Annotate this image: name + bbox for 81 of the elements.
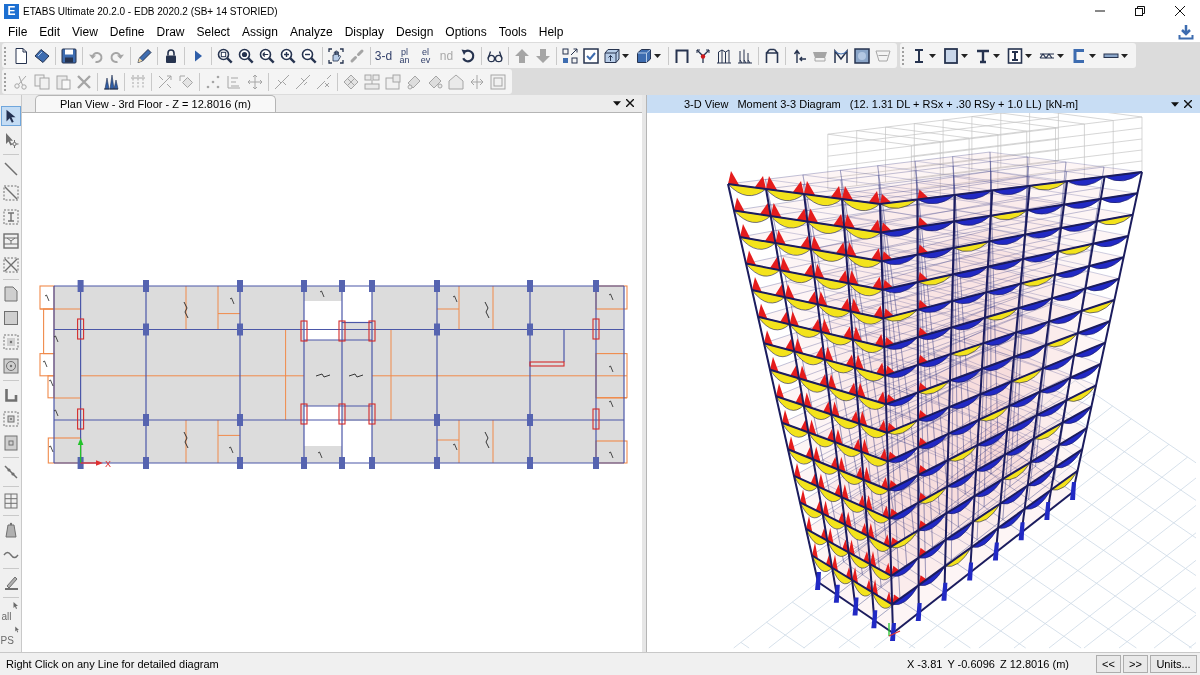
caret-icon[interactable]: [1089, 53, 1096, 58]
caret-icon[interactable]: [1171, 101, 1179, 107]
toolbar-button[interactable]: 3-d: [373, 44, 394, 67]
menu-item[interactable]: Assign: [235, 22, 284, 42]
caret-icon[interactable]: [1025, 53, 1032, 58]
portal-frame-icon[interactable]: [673, 47, 690, 64]
menu-item[interactable]: Tools: [492, 22, 533, 42]
square-tube-icon[interactable]: [942, 47, 959, 64]
menu-item[interactable]: Options: [439, 22, 493, 42]
menu-item[interactable]: Edit: [33, 22, 67, 42]
status-message: Right Click on any Line for detailed diagram: [6, 656, 219, 672]
menu-item[interactable]: Define: [103, 22, 151, 42]
restore-icon[interactable]: [1135, 6, 1145, 16]
box-arrow-icon[interactable]: [603, 47, 620, 64]
coordinate-readout: Y -0.6096: [947, 656, 995, 672]
column-lines-icon[interactable]: [715, 47, 732, 64]
hand-icon[interactable]: [327, 47, 344, 64]
y-axis-arrow: [77, 438, 84, 464]
dashed-diagonal-icon[interactable]: [0, 183, 21, 203]
window-title: ETABS Ultimate 20.2.0 - EDB 2020.2 (SB+ 14 STORIED): [23, 4, 278, 19]
frame-icon[interactable]: [763, 47, 780, 64]
cable-frame-icon[interactable]: [832, 47, 849, 64]
caret-icon[interactable]: [654, 53, 661, 58]
tilted-block-icon[interactable]: [33, 47, 50, 64]
pencil-icon[interactable]: [135, 47, 152, 64]
t-section-icon[interactable]: [974, 47, 991, 64]
caret-icon[interactable]: [993, 53, 1000, 58]
palette-button[interactable]: PS: [0, 625, 21, 647]
caret-icon[interactable]: [929, 53, 936, 58]
caret-icon[interactable]: [622, 53, 629, 58]
joint-icon[interactable]: [694, 47, 711, 64]
caret-icon[interactable]: [613, 100, 621, 106]
menu-item[interactable]: Analyze: [283, 22, 339, 42]
coordinate-readout: X -3.81: [906, 656, 943, 672]
cube-icon[interactable]: [635, 47, 652, 64]
toolbar-button[interactable]: pl an: [394, 44, 415, 67]
caret-icon[interactable]: [961, 53, 968, 58]
menu-item[interactable]: View: [66, 22, 104, 42]
previous-button[interactable]: <<: [1096, 655, 1121, 673]
braced-frame-icon[interactable]: [0, 231, 21, 251]
download-icon[interactable]: [1178, 24, 1194, 40]
toolbar-button[interactable]: el ev: [415, 44, 436, 67]
view-tab[interactable]: Plan View - 3rd Floor - Z = 12.8016 (m): [35, 95, 276, 112]
textured-square-icon[interactable]: [853, 47, 870, 64]
close-icon[interactable]: [626, 99, 634, 107]
menu-item[interactable]: Help: [532, 22, 570, 42]
magnifier-square-icon[interactable]: [216, 47, 233, 64]
close-icon[interactable]: [1184, 100, 1192, 108]
save-icon[interactable]: [60, 47, 77, 64]
units-button[interactable]: Units...: [1150, 655, 1197, 673]
menu-item[interactable]: Select: [190, 22, 236, 42]
bars-icon[interactable]: [736, 47, 753, 64]
towers-icon[interactable]: [102, 73, 119, 90]
new-document-icon[interactable]: [12, 47, 29, 64]
axis-label: X: [105, 458, 111, 469]
app-logo: E: [4, 3, 19, 19]
menu-item[interactable]: Design: [390, 22, 440, 42]
zoom-out-icon[interactable]: [300, 47, 317, 64]
pointer-icon[interactable]: [0, 106, 21, 126]
coordinate-readout: Z 12.8016 (m): [999, 656, 1069, 672]
rotate-icon[interactable]: [459, 47, 476, 64]
next-button[interactable]: >>: [1123, 655, 1148, 673]
grid-arrows-icon[interactable]: [561, 47, 578, 64]
close-icon[interactable]: [1175, 6, 1185, 16]
palette-button[interactable]: all: [0, 601, 21, 623]
menu-item[interactable]: Draw: [150, 22, 191, 42]
caret-icon[interactable]: [1057, 53, 1064, 58]
zoom-in-icon[interactable]: [279, 47, 296, 64]
boxed-i-icon[interactable]: [1006, 47, 1023, 64]
magnifier-arrow-icon[interactable]: [258, 47, 275, 64]
menu-item[interactable]: File: [2, 22, 34, 42]
caret-icon[interactable]: [1121, 53, 1128, 58]
magnifier-dot-icon[interactable]: [237, 47, 254, 64]
x-axis-arrow: [79, 460, 103, 466]
cursor-icon[interactable]: [11, 601, 20, 610]
circle-square-icon[interactable]: [0, 356, 21, 376]
dashed-i-icon[interactable]: [0, 207, 21, 227]
check-square-icon[interactable]: [582, 47, 599, 64]
menu-item[interactable]: Display: [338, 22, 390, 42]
cross-brace-icon[interactable]: [0, 255, 21, 275]
cursor-icon[interactable]: [13, 625, 21, 634]
